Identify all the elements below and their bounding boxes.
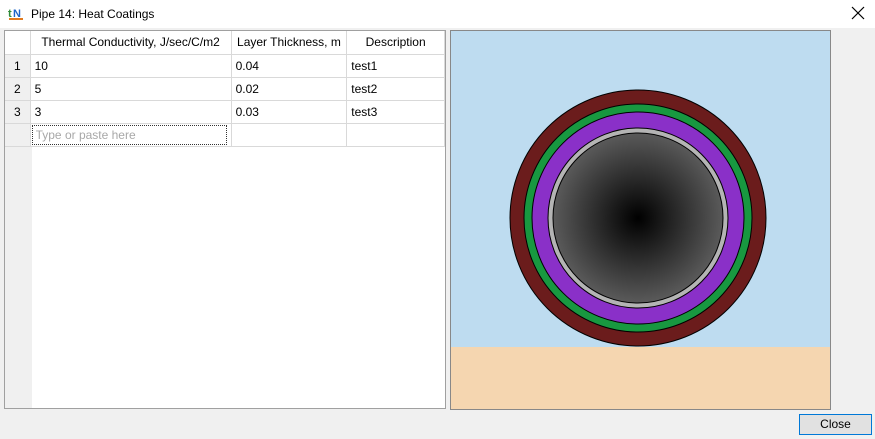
conductivity-cell[interactable]: 10: [30, 54, 232, 78]
description-cell[interactable]: test3: [346, 100, 445, 124]
row-header[interactable]: 3: [5, 100, 31, 124]
row-header[interactable]: 2: [5, 77, 31, 101]
description-cell[interactable]: test2: [346, 77, 445, 101]
table-row: 3 3 0.03 test3: [5, 100, 445, 124]
coatings-grid: Thermal Conductivity, J/sec/C/m2 Layer T…: [4, 30, 446, 409]
new-row-thickness-cell[interactable]: [231, 123, 348, 147]
row-header[interactable]: [5, 123, 31, 147]
title-bar: t N Pipe 14: Heat Coatings: [0, 0, 875, 28]
column-header-description[interactable]: Description: [346, 31, 445, 55]
new-row-input[interactable]: [31, 124, 227, 145]
column-header-conductivity[interactable]: Thermal Conductivity, J/sec/C/m2: [30, 31, 232, 55]
conductivity-cell[interactable]: 5: [30, 77, 232, 101]
thickness-cell[interactable]: 0.02: [231, 77, 348, 101]
table-row: 1 10 0.04 test1: [5, 54, 445, 78]
pipe-cross-section-drawing: [451, 31, 830, 409]
new-row: [5, 123, 445, 147]
window-title: Pipe 14: Heat Coatings: [31, 7, 155, 21]
close-button[interactable]: Close: [799, 414, 872, 435]
column-header-thickness[interactable]: Layer Thickness, m: [231, 31, 348, 55]
tn-app-icon: t N: [8, 8, 23, 20]
table-row: 2 5 0.02 test2: [5, 77, 445, 101]
new-row-description-cell[interactable]: [346, 123, 445, 147]
new-row-conductivity-cell[interactable]: [30, 123, 232, 147]
pipe-bore: [552, 132, 724, 304]
coatings-table: Thermal Conductivity, J/sec/C/m2 Layer T…: [5, 31, 445, 147]
thickness-cell[interactable]: 0.03: [231, 100, 348, 124]
thickness-cell[interactable]: 0.04: [231, 54, 348, 78]
close-icon[interactable]: [849, 4, 867, 22]
ground: [451, 347, 830, 409]
pipe-cross-section-preview: [450, 30, 831, 410]
header-row: Thermal Conductivity, J/sec/C/m2 Layer T…: [5, 31, 445, 55]
corner-cell: [5, 31, 31, 55]
description-cell[interactable]: test1: [346, 54, 445, 78]
row-header[interactable]: 1: [5, 54, 31, 78]
conductivity-cell[interactable]: 3: [30, 100, 232, 124]
